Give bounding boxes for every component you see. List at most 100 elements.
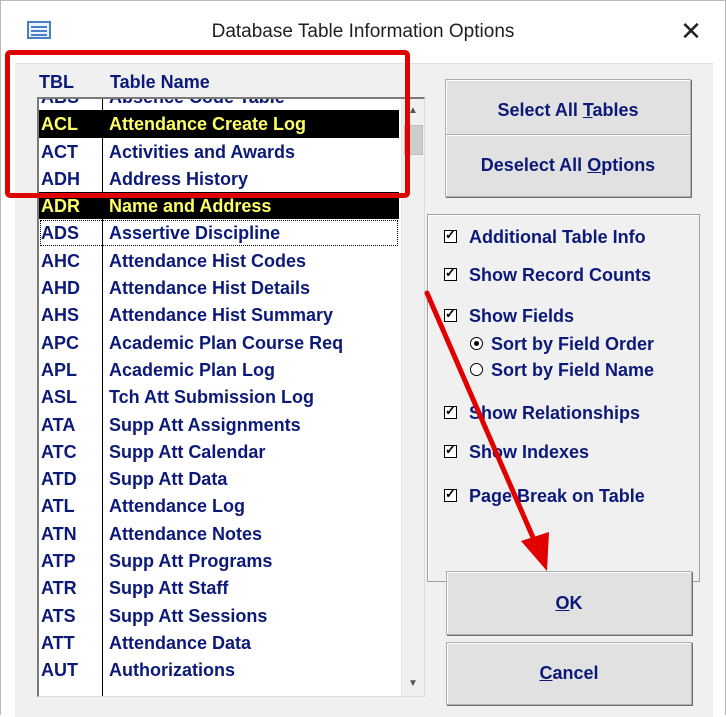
- table-name: Academic Plan Course Req: [109, 332, 344, 353]
- dialog-body: TBL Table Name ABS Absence Code Table ACL A…: [15, 63, 713, 717]
- cancel-button[interactable]: Cancel: [446, 642, 692, 705]
- window-title: Database Table Information Options: [211, 21, 515, 42]
- table-name: Supp Att Data: [109, 469, 228, 490]
- vertical-scrollbar[interactable]: ▲ ▼: [401, 99, 424, 696]
- list-item[interactable]: AUT Authorizations: [39, 656, 399, 683]
- list-item[interactable]: AHD Attendance Hist Details: [39, 274, 399, 301]
- ok-label: K: [569, 593, 583, 613]
- table-code: ATN: [41, 523, 77, 544]
- list-item[interactable]: ACT Activities and Awards: [39, 138, 399, 165]
- column-header-table-name: Table Name: [110, 72, 210, 92]
- table-name: Supp Att Staff: [109, 578, 229, 599]
- table-code: ATS: [41, 605, 76, 626]
- checkbox-checked-icon[interactable]: [444, 306, 457, 322]
- radio-selected-icon[interactable]: [470, 337, 483, 350]
- radio-unselected-icon[interactable]: [470, 363, 483, 376]
- checkbox-checked-icon[interactable]: [444, 265, 457, 281]
- table-code: ATL: [41, 496, 75, 517]
- list-item[interactable]: ATC Supp Att Calendar: [39, 438, 399, 465]
- deselect-label-post: ptions: [601, 155, 656, 175]
- list-item[interactable]: ATP Supp Att Programs: [39, 547, 399, 574]
- checkbox-checked-icon[interactable]: [444, 486, 457, 502]
- table-code: ADH: [41, 168, 80, 189]
- list-item[interactable]: ACL Attendance Create Log: [39, 110, 399, 138]
- table-name: Supp Att Assignments: [109, 414, 301, 435]
- table-code: ATR: [41, 578, 77, 599]
- scroll-down-icon[interactable]: ▼: [402, 672, 424, 696]
- list-item[interactable]: ADR Name and Address: [39, 192, 399, 220]
- scroll-thumb[interactable]: [404, 125, 423, 155]
- table-name: Attendance Hist Details: [109, 278, 311, 299]
- option-label: Page Break on Table: [469, 486, 645, 506]
- option-label: Sort by Field Name: [491, 360, 655, 380]
- select-all-label-post: ables: [592, 100, 639, 120]
- list-item[interactable]: ATR Supp Att Staff: [39, 574, 399, 601]
- table-code: ACT: [41, 141, 78, 162]
- table-name: Assertive Discipline: [109, 223, 281, 244]
- list-item[interactable]: ATN Attendance Notes: [39, 520, 399, 547]
- table-name: Supp Att Calendar: [109, 441, 266, 462]
- table-name: Attendance Log: [109, 496, 246, 517]
- table-name: Address History: [109, 168, 249, 189]
- list-item[interactable]: ABS Absence Code Table: [39, 97, 399, 110]
- column-header-tbl: TBL: [39, 72, 74, 92]
- deselect-accesskey: O: [587, 155, 602, 175]
- table-name: Attendance Data: [109, 632, 252, 653]
- table-code: ADR: [41, 196, 80, 217]
- table-name: Authorizations: [109, 660, 235, 681]
- list-item[interactable]: AHC Attendance Hist Codes: [39, 247, 399, 274]
- option-label: Show Fields: [469, 306, 575, 326]
- table-code: ACL: [41, 114, 78, 135]
- ok-button[interactable]: OK: [446, 571, 692, 635]
- table-code: ATD: [41, 469, 77, 490]
- cancel-accesskey: C: [539, 663, 553, 683]
- list-item[interactable]: APL Academic Plan Log: [39, 356, 399, 383]
- list-item[interactable]: ATT Attendance Data: [39, 629, 399, 656]
- list-item[interactable]: ASL Tch Att Submission Log: [39, 383, 399, 410]
- list-item[interactable]: ATS Supp Att Sessions: [39, 602, 399, 629]
- list-item[interactable]: ATA Supp Att Assignments: [39, 411, 399, 438]
- table-name: Attendance Notes: [109, 523, 263, 544]
- table-name: Activities and Awards: [109, 141, 296, 162]
- deselect-label-pre: Deselect All: [480, 155, 588, 175]
- table-code: AUT: [41, 660, 78, 681]
- cancel-label: ancel: [552, 663, 599, 683]
- dialog-window: Database Table Information Options ✕ TBL…: [0, 0, 726, 717]
- table-code: ATT: [41, 632, 75, 653]
- deselect-all-options-button[interactable]: Deselect All Options: [445, 134, 691, 197]
- table-name: Supp Att Sessions: [109, 605, 268, 626]
- table-listbox[interactable]: ABS Absence Code Table ACL Attendance Creat…: [37, 97, 425, 697]
- table-name: Supp Att Programs: [109, 551, 273, 572]
- ok-accesskey: O: [555, 593, 570, 613]
- table-name: Academic Plan Log: [109, 359, 276, 380]
- table-name: Attendance Hist Codes: [109, 250, 307, 271]
- list-item[interactable]: ADS Assertive Discipline: [39, 219, 399, 246]
- checkbox-checked-icon[interactable]: [444, 403, 457, 419]
- scroll-up-icon[interactable]: ▲: [402, 99, 424, 123]
- select-all-accesskey: T: [582, 100, 593, 120]
- option-label: Show Relationships: [469, 403, 641, 423]
- list-item[interactable]: ATL Attendance Log: [39, 492, 399, 519]
- option-label: Show Record Counts: [469, 265, 652, 285]
- list-item[interactable]: ADH Address History: [39, 165, 399, 192]
- option-label: Show Indexes: [469, 442, 590, 462]
- list-item[interactable]: APC Academic Plan Course Req: [39, 329, 399, 356]
- table-code: APL: [41, 359, 77, 380]
- list-item[interactable]: ATD Supp Att Data: [39, 465, 399, 492]
- table-code: AHS: [41, 305, 80, 326]
- table-code: ATA: [41, 414, 76, 435]
- list-item[interactable]: AHS Attendance Hist Summary: [39, 301, 399, 328]
- table-code: ADS: [41, 223, 80, 244]
- table-name: Attendance Hist Summary: [109, 305, 334, 326]
- option-label: Additional Table Info: [469, 227, 646, 247]
- checkbox-checked-icon[interactable]: [444, 442, 457, 458]
- select-all-label-pre: Select All: [497, 100, 583, 120]
- table-name: Absence Code Table: [109, 97, 285, 107]
- table-code: APC: [41, 332, 80, 353]
- checkbox-checked-icon[interactable]: [444, 227, 457, 243]
- table-code: ASL: [41, 387, 77, 408]
- close-icon[interactable]: ✕: [671, 13, 711, 49]
- table-code: AHD: [41, 278, 80, 299]
- table-name: Attendance Create Log: [109, 114, 307, 135]
- table-code: ATP: [41, 551, 76, 572]
